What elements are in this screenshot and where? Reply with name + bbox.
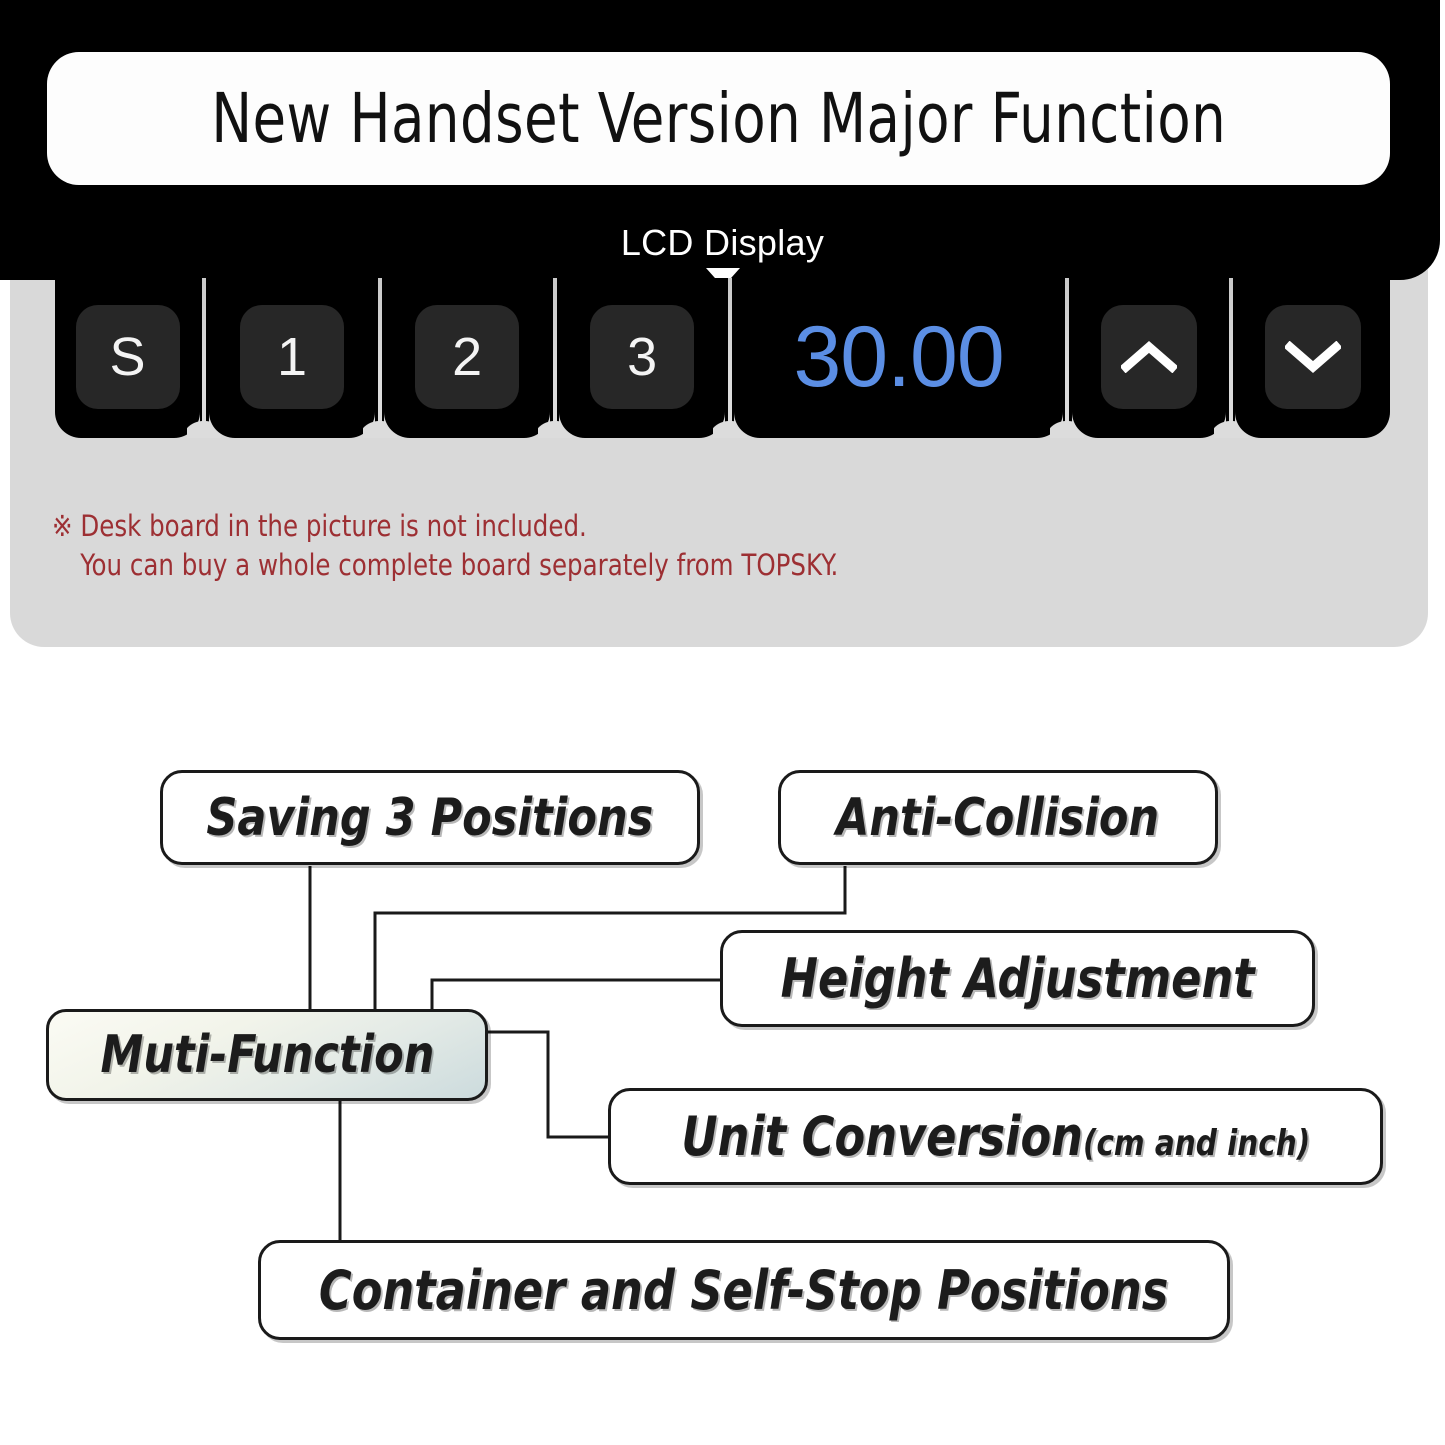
diagram-node-label: Anti-Collision <box>836 787 1160 848</box>
disclaimer-note: ※ Desk board in the picture is not inclu… <box>52 507 992 585</box>
diagram-node-label: Height Adjustment <box>780 947 1255 1010</box>
key-separator <box>550 278 559 438</box>
key-s[interactable]: S <box>75 305 180 409</box>
page-title: New Handset Version Major Function <box>211 78 1226 159</box>
unit-conversion-main: Unit Conversion <box>681 1105 1083 1168</box>
diagram-node-container-self-stop[interactable]: Container and Self-Stop Positions <box>258 1240 1230 1340</box>
key-separator <box>1226 278 1236 438</box>
feature-diagram: Saving 3 Positions Anti-Collision Height… <box>0 660 1445 1445</box>
key-down[interactable] <box>1264 305 1361 409</box>
key-separator <box>200 278 209 438</box>
key-3[interactable]: 3 <box>590 305 695 409</box>
key-separator <box>375 278 384 438</box>
diagram-node-label: Container and Self-Stop Positions <box>319 1258 1169 1322</box>
connector-height-adjustment <box>430 978 720 1009</box>
unit-conversion-sub: (cm and inch) <box>1082 1123 1310 1164</box>
disclaimer-marker-icon: ※ <box>52 509 73 543</box>
key-separator <box>1063 278 1072 438</box>
key-separator <box>725 278 735 438</box>
chevron-up-icon <box>1121 341 1178 373</box>
chevron-down-icon <box>1284 341 1341 373</box>
diagram-node-anti-collision[interactable]: Anti-Collision <box>778 770 1218 865</box>
diagram-node-muti-function[interactable]: Muti-Function <box>46 1009 488 1101</box>
product-section: New Handset Version Major Function LCD D… <box>0 0 1445 660</box>
diagram-node-label: Muti-Function <box>100 1025 434 1085</box>
key-panel-up[interactable] <box>1071 278 1227 438</box>
key-1[interactable]: 1 <box>240 305 344 409</box>
diagram-node-unit-conversion[interactable]: Unit Conversion(cm and inch) <box>608 1088 1383 1185</box>
diagram-node-saving-positions[interactable]: Saving 3 Positions <box>160 770 700 865</box>
lcd-display-panel: 30.00 <box>734 278 1063 438</box>
disclaimer-line-2: You can buy a whole complete board separ… <box>80 548 839 583</box>
key-2[interactable]: 2 <box>415 305 520 409</box>
key-panel-s[interactable]: S <box>55 278 201 438</box>
key-panel-down[interactable] <box>1235 278 1390 438</box>
key-panel-2[interactable]: 2 <box>383 278 551 438</box>
diagram-node-label: Unit Conversion(cm and inch) <box>681 1105 1310 1168</box>
diagram-node-label: Saving 3 Positions <box>206 787 654 848</box>
key-up[interactable] <box>1101 305 1198 409</box>
key-panel-3[interactable]: 3 <box>559 278 726 438</box>
lcd-display-value: 30.00 <box>793 309 1004 405</box>
title-plate: New Handset Version Major Function <box>47 52 1390 185</box>
connector-unit-conversion <box>488 1030 608 1139</box>
disclaimer-line-1: Desk board in the picture is not include… <box>80 509 587 543</box>
key-panel-1[interactable]: 1 <box>208 278 376 438</box>
handset-key-row: S 1 2 3 30.00 <box>55 278 1390 438</box>
diagram-node-height-adjustment[interactable]: Height Adjustment <box>720 930 1315 1027</box>
